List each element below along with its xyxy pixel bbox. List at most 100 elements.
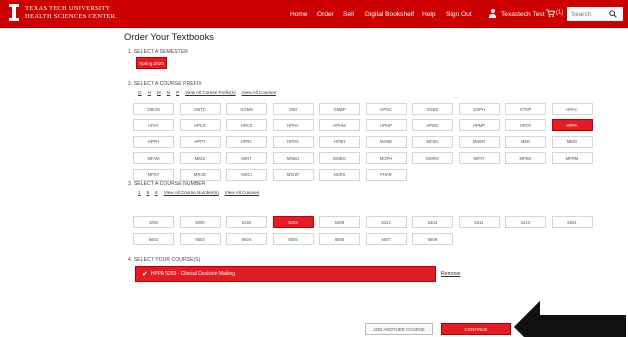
number-digit-5[interactable]: 5: [147, 190, 150, 195]
course-number-button-5000[interactable]: 5000: [179, 216, 221, 228]
prefix-letter-h[interactable]: H: [148, 90, 151, 95]
prefix-button-hpac[interactable]: HPAC: [551, 103, 593, 115]
prefix-letter-m[interactable]: M: [157, 90, 161, 95]
prefix-button-mfam[interactable]: MFAM: [133, 152, 174, 165]
brand-line-1: TEXAS TECH UNIVERSITY: [25, 5, 111, 13]
prefix-button-hpsh[interactable]: HPSH: [319, 135, 360, 148]
prefix-button-ggms[interactable]: GGMS: [226, 103, 267, 115]
add-another-course-button[interactable]: ADD ANOTHER COURSE: [365, 323, 433, 335]
prefix-button-mids[interactable]: MIDS: [179, 152, 221, 165]
prefix-button-msci[interactable]: MSCI: [226, 168, 267, 181]
view-all-courses-link-2[interactable]: View All Courses: [225, 190, 259, 195]
prefix-button-gbtc[interactable]: GBTC: [179, 103, 221, 115]
prefix-letter-p[interactable]: P: [176, 90, 179, 95]
semester-selected-button[interactable]: Spring 2020: [136, 57, 167, 69]
prefix-button-gsph[interactable]: GSPH: [458, 103, 500, 115]
prefix-button-hphp[interactable]: HPHP: [365, 119, 407, 132]
prefix-button-mcba[interactable]: MCBA: [412, 135, 453, 148]
course-number-button-6602[interactable]: 6602: [133, 233, 174, 245]
prefix-button-gtnp[interactable]: GTNP: [505, 103, 546, 115]
search-icon[interactable]: [609, 10, 617, 18]
cart-button[interactable]: (1): [546, 9, 563, 17]
course-number-button-6605[interactable]: 6605: [272, 233, 314, 245]
prefix-button-mder[interactable]: MDER: [458, 135, 500, 148]
view-all-prefixes-link[interactable]: View All Course Prefix(s): [185, 90, 235, 95]
prefix-button-mpsy[interactable]: MPSY: [133, 168, 174, 181]
user-icon[interactable]: [488, 9, 497, 19]
prefix-button-hphm[interactable]: HPHM: [319, 119, 360, 132]
prefix-button-mprm[interactable]: MPRM: [551, 152, 593, 165]
cart-count: (1): [556, 10, 564, 16]
prefix-button-mpat[interactable]: MPAT: [458, 152, 500, 165]
prefix-button-hpot[interactable]: HPOT: [505, 119, 546, 132]
course-number-button-5203[interactable]: 5203: [272, 216, 314, 228]
continue-button[interactable]: CONTINUE: [441, 323, 511, 335]
prefix-button-mobg[interactable]: MOBG: [319, 152, 360, 165]
prefix-button-giid[interactable]: GIID: [272, 103, 314, 115]
nav-order[interactable]: Order: [317, 11, 334, 18]
prefix-button-mane[interactable]: MANE: [365, 135, 407, 148]
prefix-button-hpha[interactable]: HPHA: [272, 119, 314, 132]
prefix-button-med[interactable]: MED: [505, 135, 546, 148]
prefix-button-gpsc[interactable]: GPSC: [365, 103, 407, 115]
prefix-button-hpcs[interactable]: HPCS: [226, 119, 267, 132]
prefix-button-hpmc[interactable]: HPMC: [412, 119, 453, 132]
prefix-button-hprc[interactable]: HPRC: [226, 135, 267, 148]
number-digit-1[interactable]: 1: [138, 190, 141, 195]
prefix-button-mneu[interactable]: MNEU: [272, 152, 314, 165]
course-number-button-6601[interactable]: 6601: [551, 216, 593, 228]
prefix-step-label: 2. SELECT A COURSE PREFIX: [128, 81, 202, 87]
prefix-button-hppa[interactable]: HPPA: [551, 119, 593, 132]
prefix-button-nurs[interactable]: NURS: [319, 168, 360, 181]
brand[interactable]: TEXAS TECH UNIVERSITY HEALTH SCIENCES CE…: [8, 4, 117, 21]
prefix-button-gsbs[interactable]: GSBS: [412, 103, 453, 115]
search-box: [567, 7, 623, 21]
course-number-button-6607[interactable]: 6607: [365, 233, 407, 245]
course-number-button-6604[interactable]: 6604: [226, 233, 267, 245]
search-input[interactable]: [567, 8, 609, 20]
course-number-button-5193[interactable]: 5193: [226, 216, 267, 228]
nav-sign-out[interactable]: Sign Out: [446, 11, 472, 18]
prefix-button-hpmp[interactable]: HPMP: [458, 119, 500, 132]
course-number-button-5309[interactable]: 5309: [319, 216, 360, 228]
prefix-button-mped[interactable]: MPED: [505, 152, 546, 165]
prefix-button-gbcm[interactable]: GBCM: [133, 103, 174, 115]
prefix-button-mors[interactable]: MORS: [412, 152, 453, 165]
top-navbar: TEXAS TECH UNIVERSITY HEALTH SCIENCES CE…: [0, 0, 628, 28]
semester-step-label: 1. SELECT A SEMESTER: [128, 49, 188, 55]
prefix-button-hprs[interactable]: HPRS: [272, 135, 314, 148]
page-title: Order Your Textbooks: [124, 31, 214, 42]
course-number-button-5411[interactable]: 5411: [458, 216, 500, 228]
prefix-button-hpph[interactable]: HPPH: [133, 135, 174, 148]
prefix-button-mint[interactable]: MINT: [226, 152, 267, 165]
prefix-letter-g[interactable]: G: [138, 90, 142, 95]
prefix-button-gmbp[interactable]: GMBP: [319, 103, 360, 115]
remove-course-link[interactable]: Remove: [441, 271, 460, 277]
course-number-button-6608[interactable]: 6608: [412, 233, 453, 245]
number-digit-6[interactable]: 6: [155, 190, 158, 195]
prefix-button-hppt[interactable]: HPPT: [179, 135, 221, 148]
prefix-button-medi[interactable]: MEDI: [551, 135, 593, 148]
nav-help[interactable]: Help: [422, 11, 436, 18]
nav-digital-bookshelf[interactable]: Digital Bookshelf: [365, 11, 414, 18]
view-all-numbers-link[interactable]: View All Course Number(s): [164, 190, 219, 195]
selected-course-name: HPPA 5203 - Clinical Decision Making: [150, 271, 235, 277]
user-name[interactable]: Texastech Test: [501, 11, 545, 18]
prefix-letter-n[interactable]: N: [167, 90, 170, 95]
prefix-button-hpat[interactable]: HPAT: [133, 119, 174, 132]
course-number-button-5313[interactable]: 5313: [365, 216, 407, 228]
prefix-button-hpcr[interactable]: HPCR: [179, 119, 221, 132]
nav-sell[interactable]: Sell: [343, 11, 354, 18]
prefix-button-msur[interactable]: MSUR: [272, 168, 314, 181]
pointer-arrow-icon: [514, 301, 626, 337]
course-number-button-1002[interactable]: 1002: [133, 216, 174, 228]
prefix-button-mrad[interactable]: MRAD: [179, 168, 221, 181]
course-number-button-6603[interactable]: 6603: [179, 233, 221, 245]
course-number-button-5412[interactable]: 5412: [505, 216, 546, 228]
prefix-button-moph[interactable]: MOPH: [365, 152, 407, 165]
course-number-button-5403[interactable]: 5403: [412, 216, 453, 228]
prefix-button-phar[interactable]: PHAR: [365, 168, 407, 181]
view-all-courses-link[interactable]: View All Courses: [242, 90, 276, 95]
course-number-button-6606[interactable]: 6606: [319, 233, 360, 245]
nav-home[interactable]: Home: [290, 11, 308, 18]
